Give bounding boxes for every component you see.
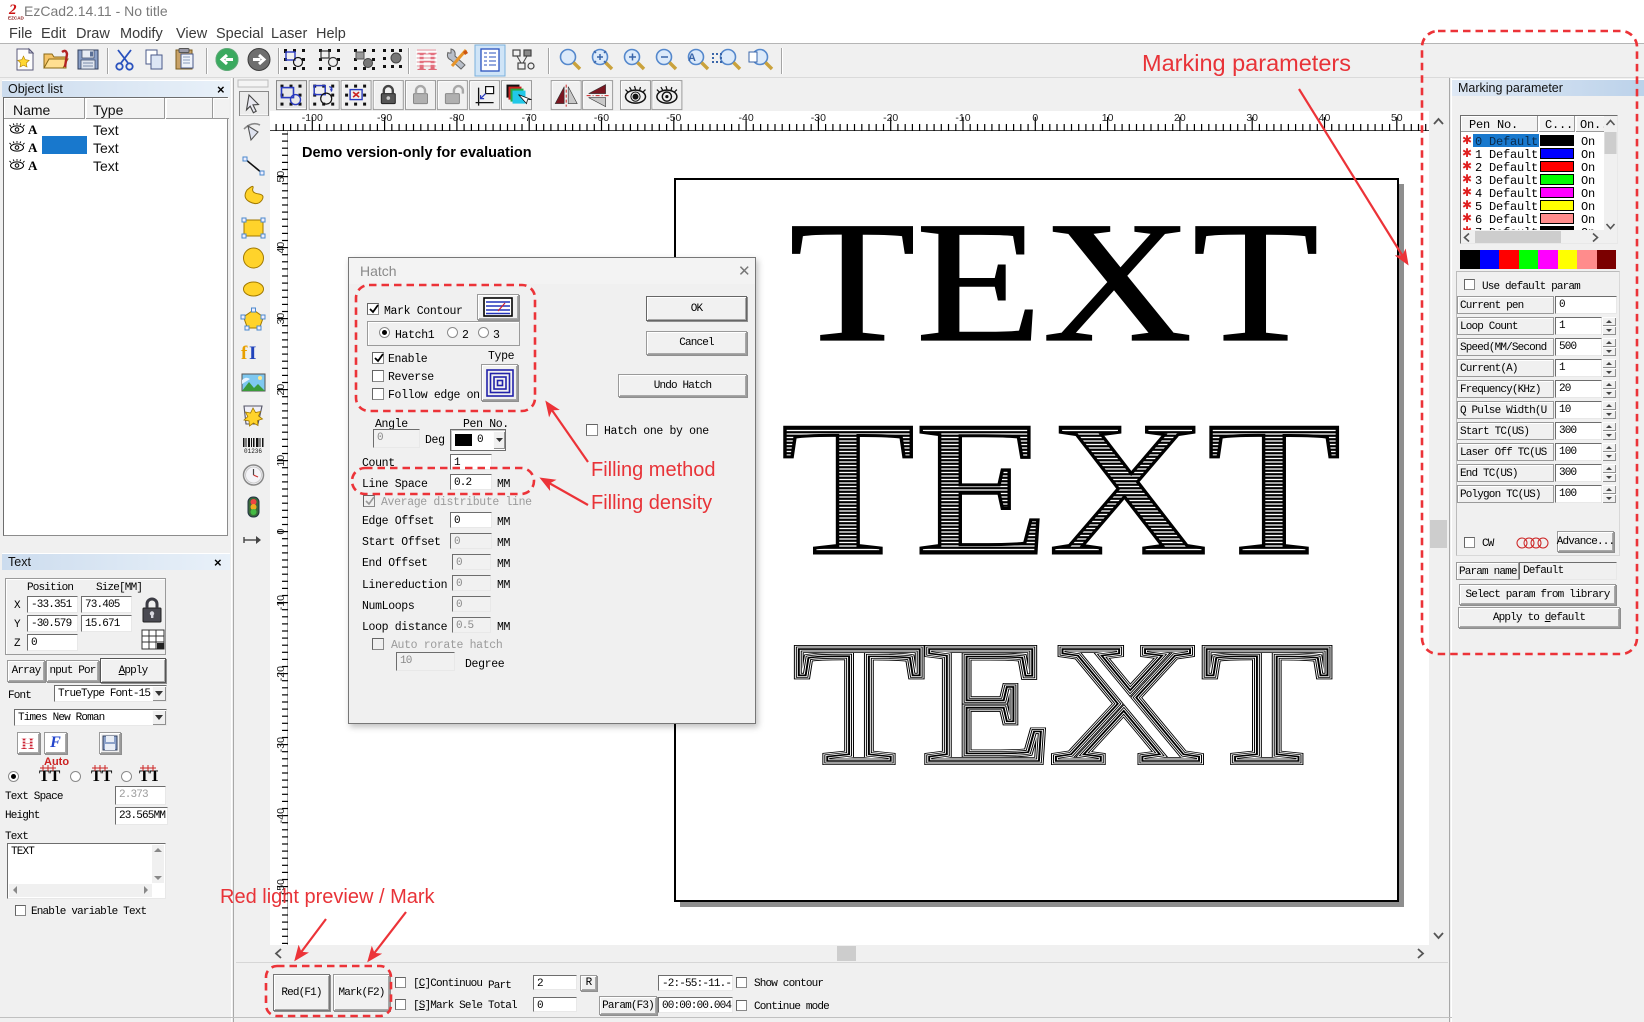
svg-text:30: 30 [275,313,287,325]
svg-text:50: 50 [275,171,287,183]
svg-text:-80: -80 [449,112,464,124]
svg-text:EZCAD: EZCAD [8,16,25,21]
svg-text:40: 40 [275,242,287,254]
svg-text:0: 0 [275,529,287,535]
svg-text:TEXT: TEXT [795,641,1331,776]
svg-text:-50: -50 [275,879,287,894]
svg-text:-100: -100 [302,112,323,124]
svg-text:10: 10 [275,455,287,467]
svg-text:TEXT: TEXT [781,420,1341,560]
svg-text:50: 50 [1391,112,1403,124]
svg-text:0: 0 [1032,112,1038,124]
svg-text:-10: -10 [275,595,287,610]
svg-text:I: I [249,343,256,364]
svg-text:30: 30 [1246,112,1258,124]
svg-text:10: 10 [1102,112,1114,124]
svg-text:01236: 01236 [244,448,262,455]
svg-text:-70: -70 [522,112,537,124]
svg-text:40: 40 [1319,112,1331,124]
svg-text:-40: -40 [275,808,287,823]
svg-text:20: 20 [1174,112,1186,124]
svg-text:-60: -60 [594,112,609,124]
svg-text:-20: -20 [275,666,287,681]
svg-text:-90: -90 [377,112,392,124]
svg-text:-10: -10 [955,112,970,124]
svg-text:-30: -30 [811,112,826,124]
svg-text:-40: -40 [739,112,754,124]
svg-text:A: A [688,52,696,64]
svg-text:-50: -50 [666,112,681,124]
svg-text:f: f [241,343,248,364]
svg-text:TEXT: TEXT [789,218,1319,348]
svg-text:-30: -30 [275,737,287,752]
svg-text:20: 20 [275,384,287,396]
svg-text:-20: -20 [883,112,898,124]
